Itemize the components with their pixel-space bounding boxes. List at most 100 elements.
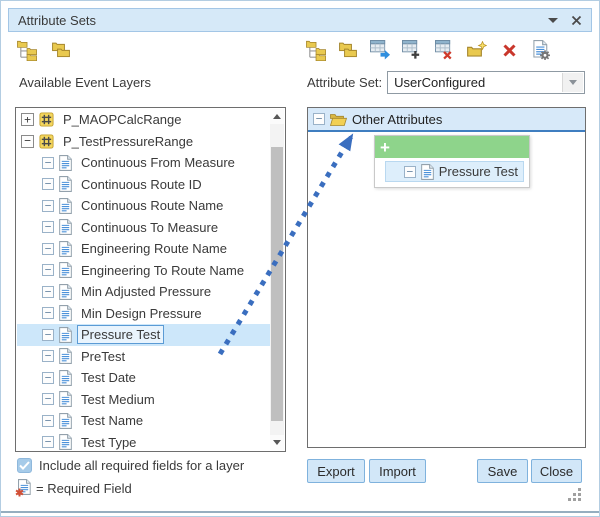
resize-grip[interactable] xyxy=(567,487,582,507)
tree-field-row[interactable]: − Test Name xyxy=(17,410,270,432)
tree-field-label: Continuous Route ID xyxy=(77,175,206,194)
folders-icon[interactable] xyxy=(336,38,360,62)
attribute-set-tree-icon[interactable] xyxy=(15,38,39,62)
expand-icon[interactable]: + xyxy=(21,113,34,126)
tree-field-row[interactable]: − Continuous From Measure xyxy=(17,152,270,174)
plus-icon: + xyxy=(380,139,390,156)
table-add-icon[interactable] xyxy=(401,38,425,62)
collapse-icon[interactable]: − xyxy=(42,264,54,276)
delete-icon[interactable] xyxy=(498,38,522,62)
event-layer-tree: + P_MAOPCalcRange − xyxy=(17,109,270,450)
dialog-title: Attribute Sets xyxy=(18,13,548,28)
tree-field-row[interactable]: − Pressure Test xyxy=(17,324,270,346)
collapse-icon[interactable]: − xyxy=(42,243,54,255)
triangle-up-icon xyxy=(273,114,281,119)
attribute-sets-dialog: Attribute Sets xyxy=(0,0,600,517)
collapse-icon[interactable]: − xyxy=(313,113,325,125)
collapse-icon[interactable]: − xyxy=(42,372,54,384)
required-field-legend: = Required Field xyxy=(36,481,132,496)
toolbar-right xyxy=(304,38,554,62)
field-document-icon xyxy=(421,164,434,180)
tree-field-label: PreTest xyxy=(77,347,129,366)
dragged-item-row: − Pressure Test xyxy=(385,161,524,182)
event-layer-icon xyxy=(39,112,54,127)
event-layer-icon xyxy=(39,134,54,149)
toolbar-left xyxy=(15,38,73,62)
chevron-down-icon xyxy=(569,80,577,85)
field-document-icon xyxy=(59,262,72,278)
collapse-icon[interactable]: − xyxy=(42,221,54,233)
drop-indicator: + xyxy=(375,136,529,158)
collapse-icon[interactable]: − xyxy=(42,178,54,190)
field-document-icon xyxy=(59,241,72,257)
document-settings-icon[interactable] xyxy=(530,38,554,62)
tree-layer-row[interactable]: − P_TestPressureRange xyxy=(17,131,270,153)
attribute-set-dropdown[interactable]: UserConfigured xyxy=(387,71,585,94)
open-folder-icon xyxy=(330,113,347,126)
field-document-icon xyxy=(59,434,72,450)
tree-field-row[interactable]: − Test Medium xyxy=(17,389,270,411)
field-document-icon xyxy=(59,305,72,321)
attribute-set-tree-icon[interactable] xyxy=(304,38,328,62)
collapse-icon[interactable]: − xyxy=(42,329,54,341)
attribute-set-label: Attribute Set: xyxy=(307,75,382,90)
field-document-icon xyxy=(59,155,72,171)
export-button[interactable]: Export xyxy=(307,459,365,483)
close-icon[interactable] xyxy=(571,15,582,26)
tree-field-label: Engineering Route Name xyxy=(77,239,231,258)
field-document-icon xyxy=(59,219,72,235)
new-folder-icon[interactable] xyxy=(465,38,489,62)
field-document-icon xyxy=(59,370,72,386)
table-remove-icon[interactable] xyxy=(433,38,457,62)
required-field-icon xyxy=(15,479,31,497)
field-document-icon xyxy=(59,348,72,364)
dropdown-arrow-button[interactable] xyxy=(562,73,583,92)
tree-field-label: Min Adjusted Pressure xyxy=(77,282,215,301)
collapse-icon[interactable]: − xyxy=(42,307,54,319)
scroll-up-button[interactable] xyxy=(270,109,284,124)
tree-field-row[interactable]: − Test Type xyxy=(17,432,270,451)
collapse-icon[interactable]: − xyxy=(42,200,54,212)
tree-field-row[interactable]: − Continuous Route ID xyxy=(17,174,270,196)
dragged-item-label: Pressure Test xyxy=(439,164,518,179)
collapse-icon[interactable]: − xyxy=(42,157,54,169)
tree-field-row[interactable]: − Min Design Pressure xyxy=(17,303,270,325)
collapse-icon[interactable]: − xyxy=(42,436,54,448)
triangle-down-icon xyxy=(273,440,281,445)
scroll-down-button[interactable] xyxy=(270,435,284,450)
attribute-set-value: UserConfigured xyxy=(394,75,485,90)
folders-icon[interactable] xyxy=(49,38,73,62)
tree-field-row[interactable]: − Test Date xyxy=(17,367,270,389)
tree-field-row[interactable]: − Min Adjusted Pressure xyxy=(17,281,270,303)
attribute-set-panel: − Other Attributes + − Pressure Test xyxy=(307,107,586,448)
save-button[interactable]: Save xyxy=(477,459,528,483)
collapse-icon[interactable]: − xyxy=(42,415,54,427)
collapse-icon[interactable]: − xyxy=(42,393,54,405)
collapse-icon[interactable]: − xyxy=(42,286,54,298)
vertical-scrollbar[interactable] xyxy=(270,109,284,450)
collapse-icon[interactable]: − xyxy=(21,135,34,148)
field-document-icon xyxy=(59,413,72,429)
field-document-icon xyxy=(59,284,72,300)
tree-field-label: Continuous Route Name xyxy=(77,196,227,215)
group-label: Other Attributes xyxy=(352,112,442,127)
tree-layer-row[interactable]: + P_MAOPCalcRange xyxy=(17,109,270,131)
import-button[interactable]: Import xyxy=(369,459,426,483)
tree-field-label: Pressure Test xyxy=(77,325,164,344)
field-document-icon xyxy=(59,198,72,214)
include-required-fields-checkbox[interactable] xyxy=(17,458,32,473)
tree-field-row[interactable]: − PreTest xyxy=(17,346,270,368)
table-export-icon[interactable] xyxy=(369,38,393,62)
window-bottom-edge xyxy=(1,511,599,513)
tree-field-label: Test Date xyxy=(77,368,140,387)
tree-field-row[interactable]: − Engineering Route Name xyxy=(17,238,270,260)
tree-field-row[interactable]: − Continuous To Measure xyxy=(17,217,270,239)
collapse-dialog-icon[interactable] xyxy=(548,18,558,23)
tree-field-row[interactable]: − Engineering To Route Name xyxy=(17,260,270,282)
drag-preview: + − Pressure Test xyxy=(374,135,530,188)
collapse-icon[interactable]: − xyxy=(42,350,54,362)
scrollbar-thumb[interactable] xyxy=(271,147,283,421)
other-attributes-header[interactable]: − Other Attributes xyxy=(308,108,585,132)
close-button[interactable]: Close xyxy=(531,459,582,483)
tree-field-row[interactable]: − Continuous Route Name xyxy=(17,195,270,217)
